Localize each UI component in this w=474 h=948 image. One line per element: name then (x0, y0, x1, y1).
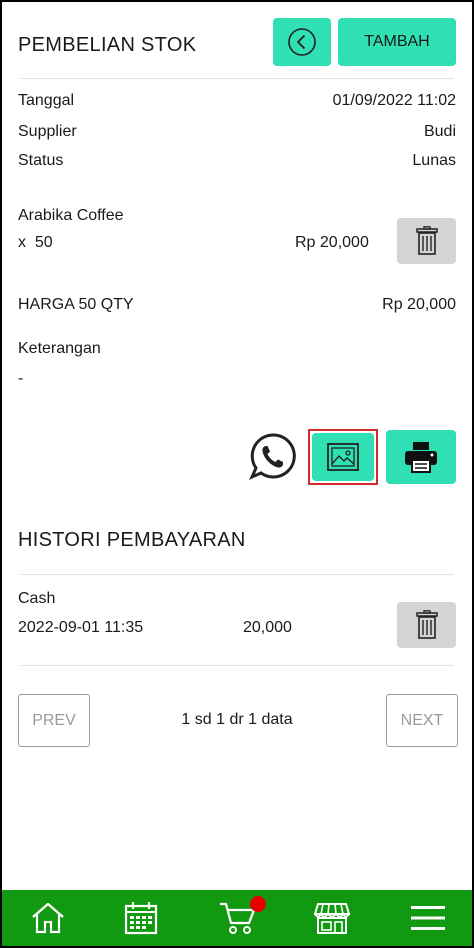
image-button[interactable] (312, 433, 374, 481)
supplier-value: Budi (423, 123, 456, 140)
status-value: Lunas (412, 152, 456, 169)
history-title: HISTORI PEMBAYARAN (18, 529, 246, 551)
item-name: Arabika Coffee (18, 207, 124, 224)
divider (20, 78, 454, 79)
page-title: PEMBELIAN STOK (18, 34, 197, 56)
image-button-highlight[interactable] (308, 429, 378, 485)
nav-store[interactable] (302, 890, 362, 946)
divider (20, 574, 454, 575)
item-qty: x 50 (18, 234, 53, 251)
image-icon (327, 443, 359, 471)
cart-badge (250, 896, 266, 912)
item-price: Rp 20,000 (295, 234, 369, 251)
menu-icon (411, 906, 445, 930)
app-screen: PEMBELIAN STOK TAMBAH Tanggal 01/09/2022… (0, 0, 474, 948)
summary-value: Rp 20,000 (382, 296, 456, 313)
history-method: Cash (18, 590, 56, 607)
printer-icon (405, 442, 437, 473)
tambah-button[interactable]: TAMBAH (338, 18, 456, 66)
trash-icon (415, 226, 438, 255)
nav-home[interactable] (18, 890, 78, 946)
history-datetime: 2022-09-01 11:35 (18, 619, 144, 636)
keterangan-label: Keterangan (18, 340, 101, 357)
next-button[interactable]: NEXT (386, 694, 458, 747)
home-icon (32, 902, 64, 934)
delete-payment-button[interactable] (397, 602, 456, 648)
calendar-icon (124, 902, 158, 935)
status-label: Status (18, 152, 64, 169)
delete-item-button[interactable] (397, 218, 456, 264)
supplier-label: Supplier (18, 123, 77, 140)
store-icon (314, 903, 350, 934)
summary-label: HARGA 50 QTY (18, 296, 134, 313)
tanggal-label: Tanggal (18, 92, 75, 109)
whatsapp-button[interactable] (248, 432, 298, 482)
history-amount: 20,000 (243, 619, 292, 636)
bottom-nav (2, 890, 472, 946)
nav-cart[interactable] (208, 890, 268, 946)
nav-menu[interactable] (398, 890, 458, 946)
nav-calendar[interactable] (111, 890, 171, 946)
trash-icon (415, 610, 438, 639)
back-button[interactable] (273, 18, 331, 66)
keterangan-value: - (18, 370, 24, 387)
back-arrow-icon (288, 28, 316, 56)
tanggal-value: 01/09/2022 11:02 (332, 92, 456, 109)
whatsapp-icon (249, 433, 296, 480)
print-button[interactable] (386, 430, 456, 484)
divider (20, 665, 454, 666)
